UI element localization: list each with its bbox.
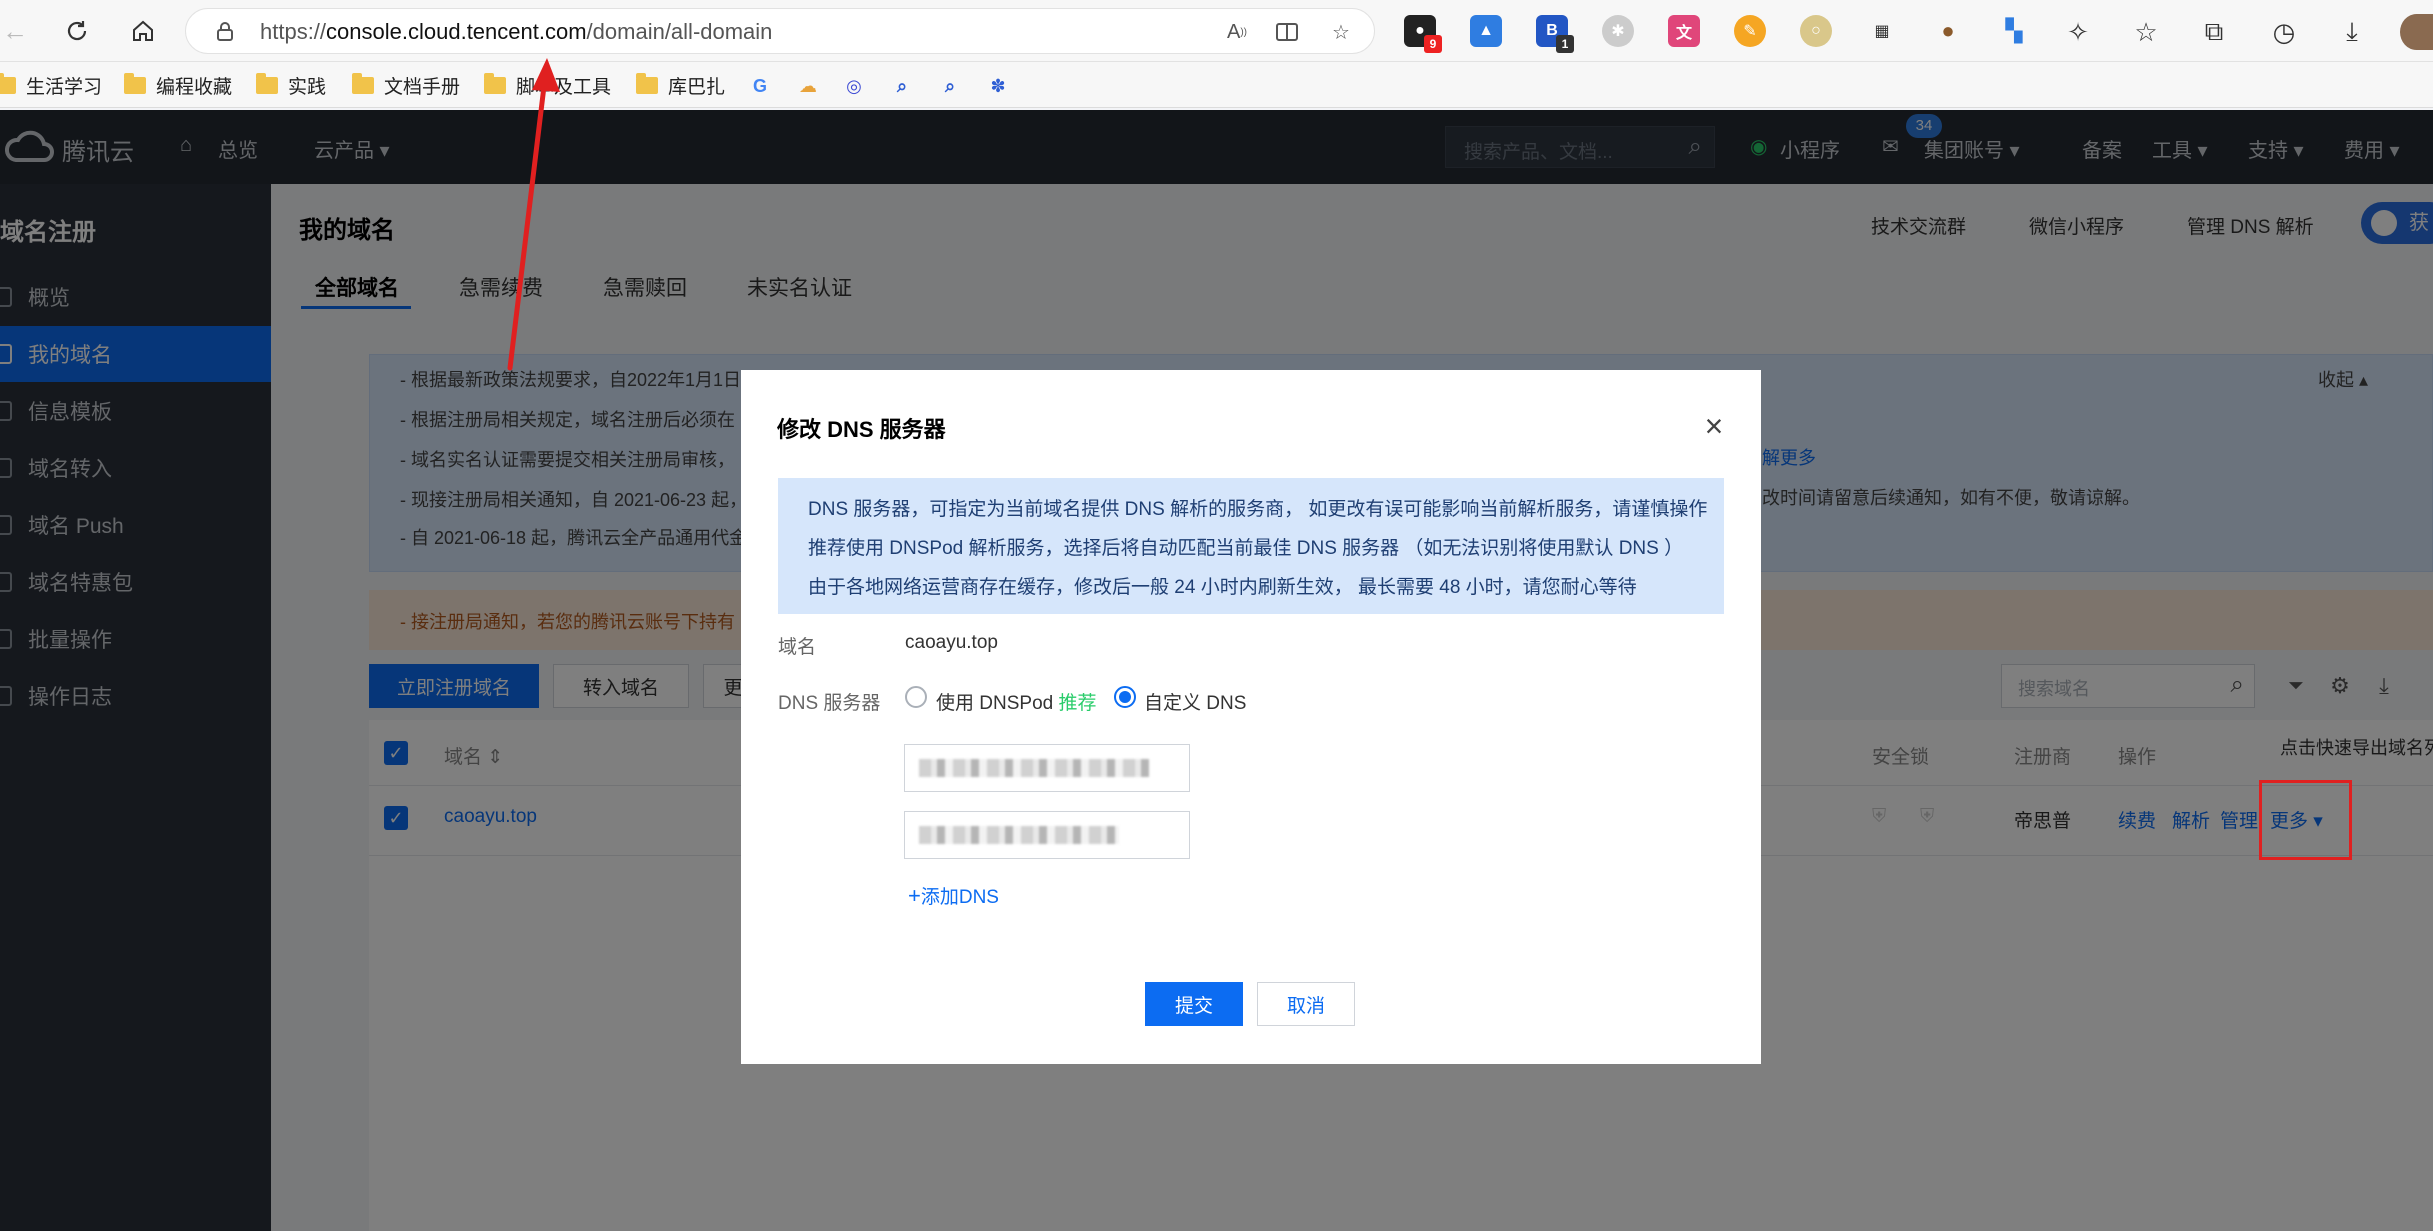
extension-icon-6[interactable]: ✎ (1734, 15, 1766, 47)
dns-server-label: DNS 服务器 (778, 693, 881, 714)
translate-extension-icon[interactable]: 文 (1668, 15, 1700, 47)
search-icon[interactable]: ⌕ (890, 74, 914, 98)
folder-icon (256, 72, 278, 94)
custom-dns-radio[interactable] (1114, 686, 1136, 708)
search-icon[interactable]: ⌕ (938, 74, 962, 98)
split-screen-icon[interactable] (1272, 17, 1302, 47)
custom-dns-option-label[interactable]: 自定义 DNS (1144, 688, 1246, 715)
extension-icon-4[interactable]: ✱ (1602, 15, 1634, 47)
baidu-paw-icon[interactable]: ✽ (986, 74, 1010, 98)
bookmark-folder[interactable]: 脚本及工具 (484, 70, 611, 100)
bookmarks-bar: 生活学习 编程收藏 实践 文档手册 脚本及工具 库巴扎 G ☁ ◎ ⌕ ⌕ ✽ (0, 62, 2433, 108)
annotation-highlight-box (2259, 780, 2352, 860)
extension-icon-2[interactable]: ▲ (1470, 15, 1502, 47)
folder-icon (484, 72, 506, 94)
dnspod-radio[interactable] (905, 686, 927, 708)
redacted-value (919, 826, 1119, 844)
read-aloud-icon[interactable]: A)) (1222, 17, 1252, 47)
cancel-button[interactable]: 取消 (1257, 982, 1355, 1026)
favorites-icon[interactable]: ☆ (2128, 14, 2164, 50)
extension-icon-3[interactable]: B1 (1536, 15, 1574, 53)
collections-icon[interactable]: ⧉ (2196, 14, 2232, 50)
folder-icon (636, 72, 658, 94)
lock-icon[interactable] (210, 17, 240, 47)
bookmark-folder[interactable]: 生活学习 (0, 70, 102, 100)
info-line: 由于各地网络运营商存在缓存，修改后一般 24 小时内刷新生效， 最长需要 48 … (808, 577, 1637, 598)
history-icon[interactable]: ◷ (2266, 14, 2302, 50)
dns-server-input[interactable] (904, 744, 1190, 792)
info-notice: DNS 服务器，可指定为当前域名提供 DNS 解析的服务商， 如更改有误可能影响… (778, 478, 1724, 614)
plus-icon: + (908, 883, 921, 908)
dns-server-input[interactable] (904, 811, 1190, 859)
info-line: 推荐使用 DNSPod 解析服务，选择后将自动匹配当前最佳 DNS 服务器 （如… (808, 538, 1684, 559)
folder-icon (124, 72, 146, 94)
folder-icon (352, 72, 374, 94)
back-icon[interactable]: ← (0, 12, 34, 50)
dialog-title: 修改 DNS 服务器 (777, 417, 946, 442)
home-icon[interactable] (124, 12, 162, 50)
browser-toolbar: ← https://console.cloud.tencent.com/doma… (0, 0, 2433, 62)
download-icon[interactable]: ⤓ (2334, 14, 2370, 50)
cookie-icon[interactable]: ● (1932, 15, 1964, 47)
domain-label: 域名 (778, 637, 817, 658)
dnspod-option-label[interactable]: 使用 DNSPod 推荐 (936, 688, 1097, 715)
info-line: DNS 服务器，可指定为当前域名提供 DNS 解析的服务商， 如更改有误可能影响… (808, 499, 1708, 520)
modify-dns-dialog: 修改 DNS 服务器 × DNS 服务器，可指定为当前域名提供 DNS 解析的服… (741, 370, 1761, 1064)
close-icon[interactable]: × (1699, 410, 1729, 442)
google-icon[interactable]: G (748, 74, 772, 98)
profile-avatar[interactable] (2400, 14, 2433, 50)
add-dns-link[interactable]: +添加DNS (908, 882, 999, 909)
extension-icon-1[interactable]: ● 9 (1404, 15, 1442, 53)
extension-icon-7[interactable]: ○ (1800, 15, 1832, 47)
url-text: https://console.cloud.tencent.com/domain… (260, 19, 773, 44)
bookmark-icon[interactable]: ☁ (796, 74, 820, 98)
domain-value: caoayu.top (905, 632, 998, 653)
extensions-puzzle-icon[interactable]: ✧ (2060, 14, 2096, 50)
add-favorite-icon[interactable]: ☆ (1326, 17, 1356, 47)
redacted-value (919, 759, 1149, 777)
refresh-icon[interactable] (58, 12, 96, 50)
bookmark-folder[interactable]: 编程收藏 (124, 70, 232, 100)
address-bar[interactable]: https://console.cloud.tencent.com/domain… (185, 8, 1375, 54)
folder-icon (0, 72, 16, 94)
submit-button[interactable]: 提交 (1145, 982, 1243, 1026)
qr-code-icon[interactable]: ▦ (1866, 15, 1898, 47)
bookmark-folder[interactable]: 库巴扎 (636, 70, 725, 100)
bookmark-folder[interactable]: 实践 (256, 70, 326, 100)
bookmark-folder[interactable]: 文档手册 (352, 70, 460, 100)
bookmark-icon[interactable]: ◎ (842, 74, 866, 98)
apps-icon[interactable]: ▚ (1998, 15, 2030, 47)
